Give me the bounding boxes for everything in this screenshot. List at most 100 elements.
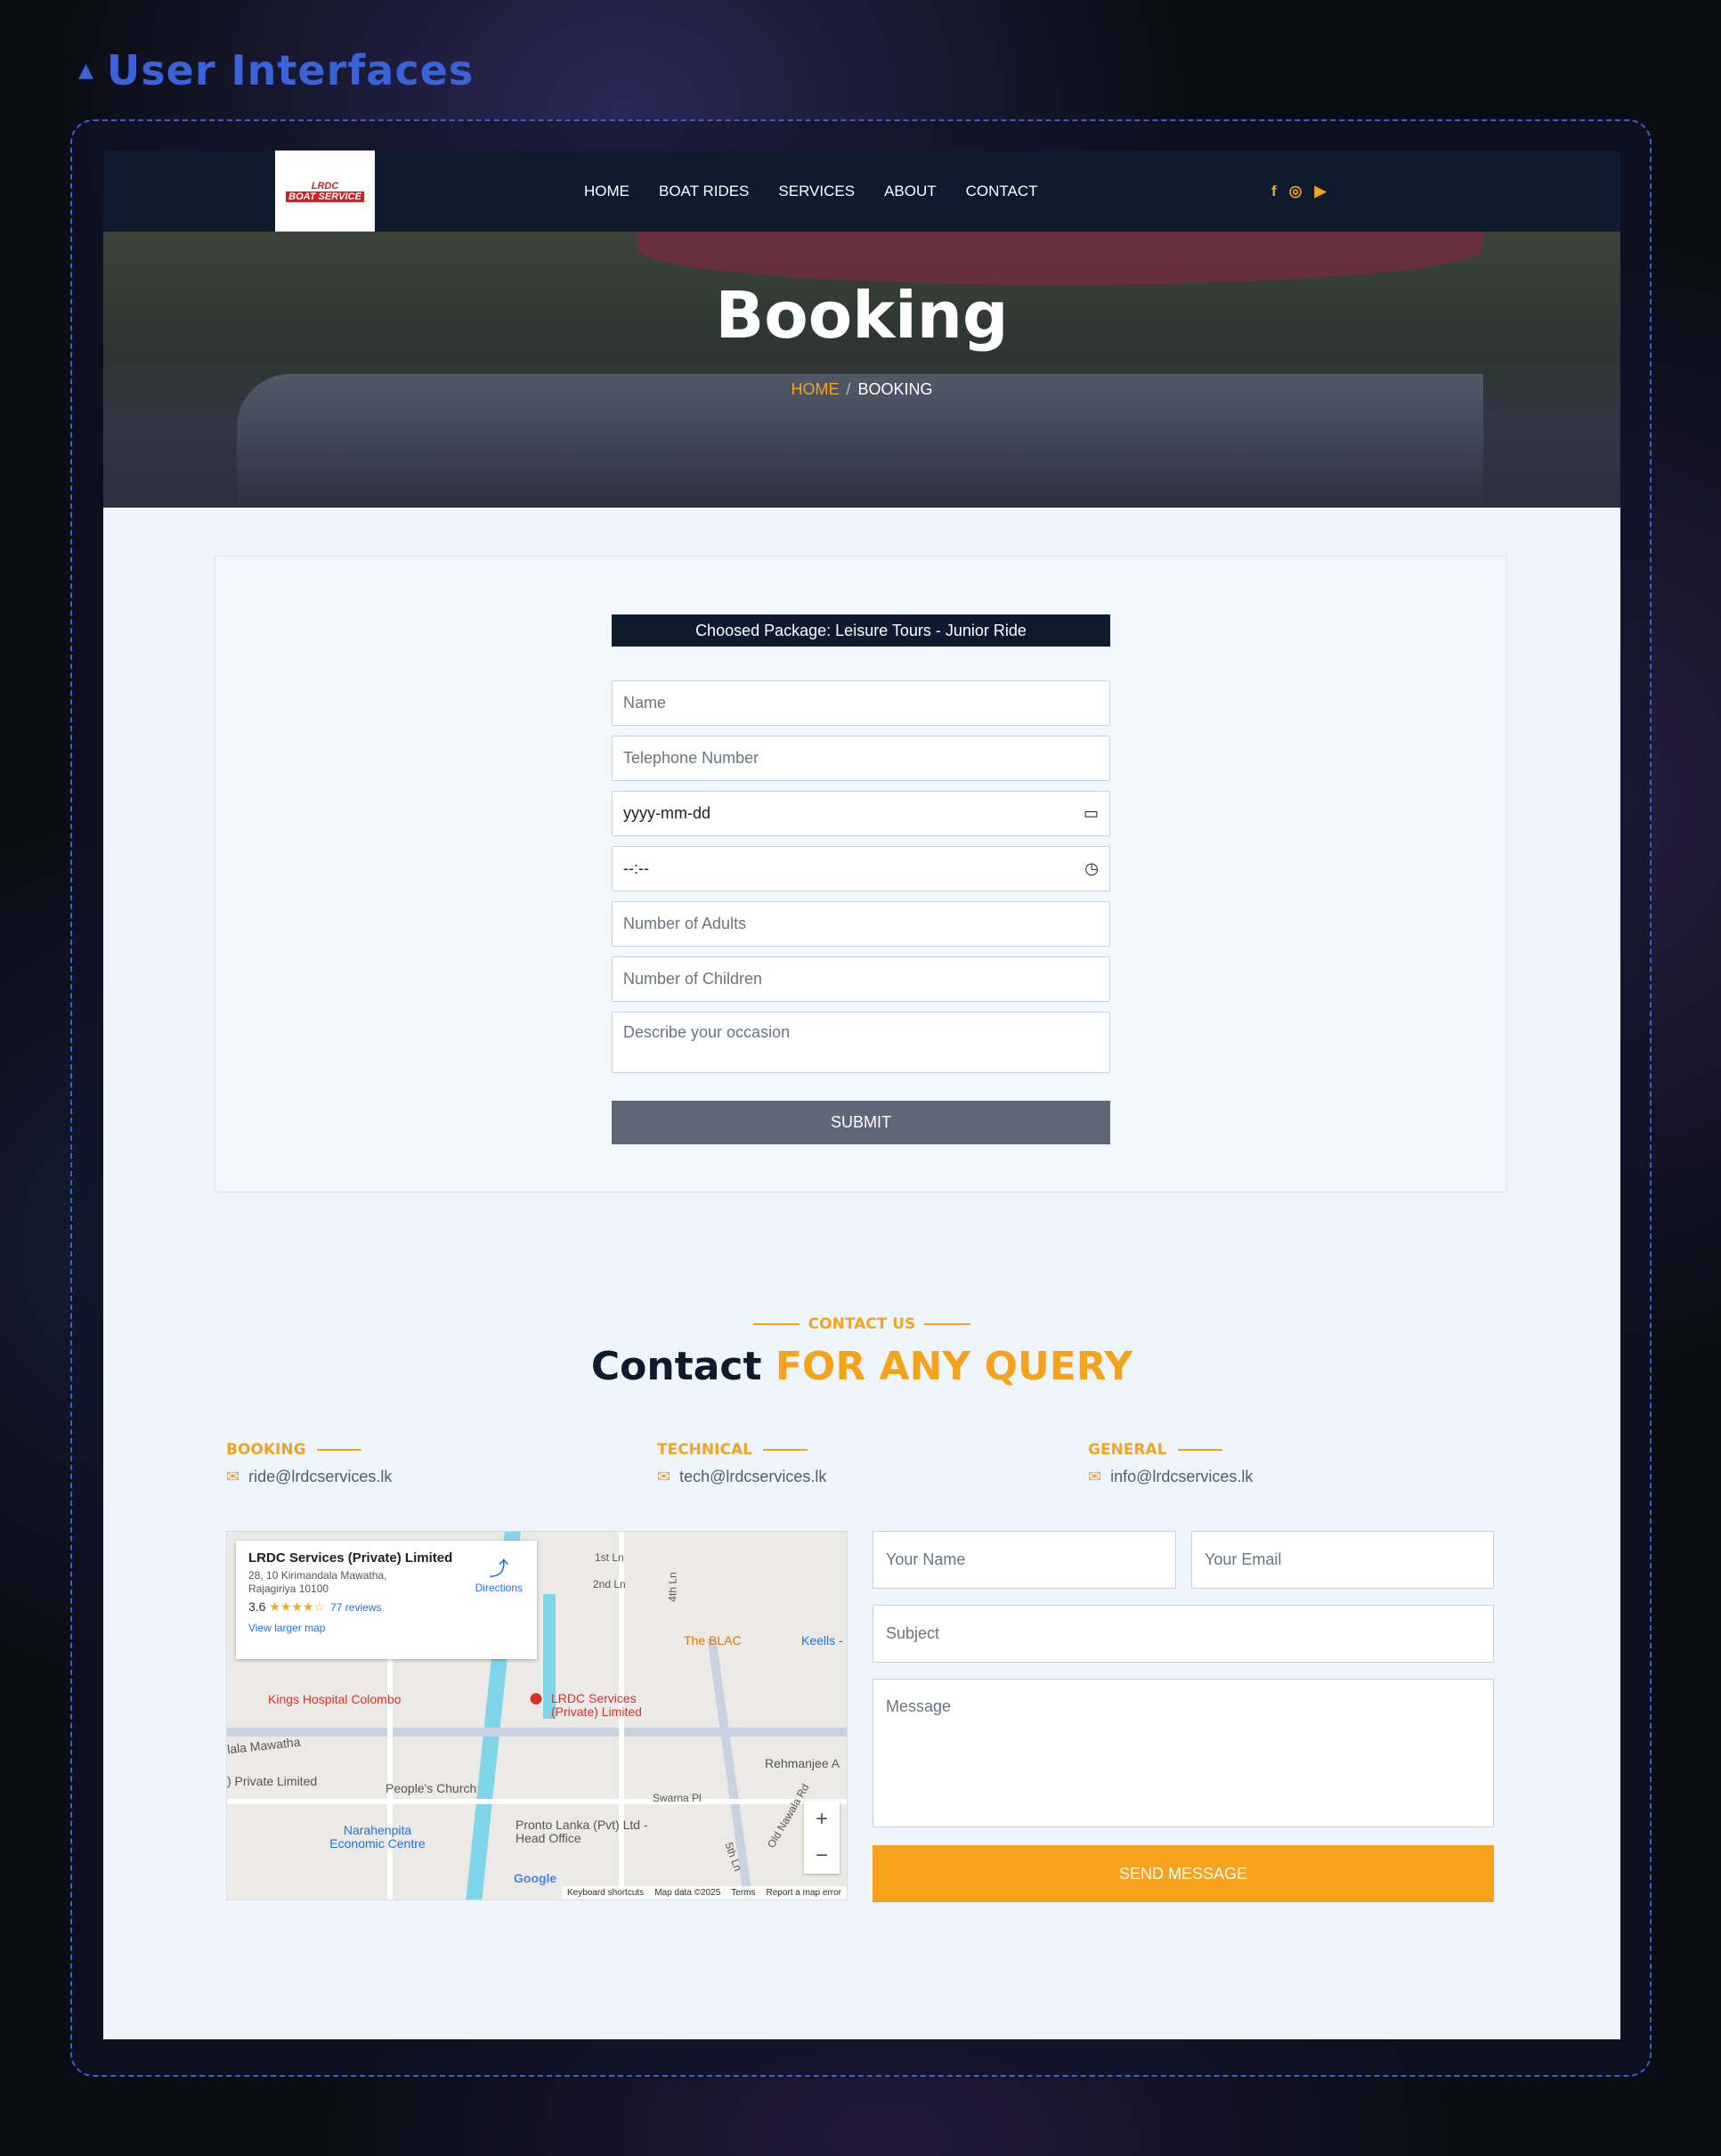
contact-name-field[interactable]: Your Name bbox=[873, 1531, 1176, 1589]
booking-email[interactable]: ride@lrdcservices.lk bbox=[248, 1468, 392, 1486]
contact-subject-field[interactable]: Subject bbox=[873, 1605, 1494, 1663]
logo-line1: LRDC bbox=[311, 180, 339, 191]
breadcrumb-current: BOOKING bbox=[857, 380, 933, 398]
map-label-road: lala Mawatha bbox=[226, 1734, 302, 1757]
contact-email-field[interactable]: Your Email bbox=[1191, 1531, 1494, 1589]
submit-button[interactable]: SUBMIT bbox=[612, 1101, 1110, 1144]
map-label-swarna: Swarna Pl bbox=[653, 1792, 702, 1804]
nav-item-boat-rides[interactable]: BOAT RIDES bbox=[659, 183, 749, 200]
clock-icon[interactable]: ◷ bbox=[1084, 859, 1099, 878]
technical-email[interactable]: tech@lrdcservices.lk bbox=[679, 1468, 826, 1486]
map-main-road bbox=[227, 1728, 847, 1737]
map-rating: 3.6 bbox=[248, 1599, 266, 1614]
website-page: LRDC BOAT SERVICE HOME BOAT RIDES SERVIC… bbox=[103, 151, 1620, 2039]
map-footer: Keyboard shortcuts Map data ©2025 Terms … bbox=[562, 1886, 847, 1900]
contact-column-booking: BOOKING ✉ ride@lrdcservices.lk bbox=[226, 1441, 392, 1486]
logo-line2: BOAT SERVICE bbox=[286, 191, 364, 202]
directions-label: Directions bbox=[475, 1582, 523, 1594]
map-label-church[interactable]: People's Church bbox=[386, 1781, 476, 1795]
page-title: Booking bbox=[715, 278, 1009, 353]
contact-heading-highlight: FOR ANY QUERY bbox=[775, 1344, 1133, 1389]
adults-placeholder: Number of Adults bbox=[623, 915, 747, 932]
booking-label: BOOKING bbox=[226, 1441, 306, 1459]
map-label-hospital[interactable]: Kings Hospital Colombo bbox=[268, 1692, 401, 1706]
map-place-card: LRDC Services (Private) Limited 28, 10 K… bbox=[236, 1541, 537, 1659]
contact-subject-placeholder: Subject bbox=[886, 1624, 940, 1642]
label-line bbox=[1177, 1449, 1222, 1451]
map-label-lane4: 4th Ln bbox=[666, 1572, 679, 1602]
breadcrumb: HOME / BOOKING bbox=[103, 380, 1620, 399]
map-label-keells[interactable]: Keells - bbox=[801, 1633, 843, 1648]
nav-item-home[interactable]: HOME bbox=[584, 183, 629, 200]
social-links: f ◎ ▶ bbox=[1271, 151, 1327, 232]
time-placeholder: --:-- bbox=[623, 859, 649, 877]
envelope-icon: ✉ bbox=[657, 1468, 671, 1485]
map-pin-icon[interactable]: ● bbox=[528, 1683, 544, 1713]
top-navbar: LRDC BOAT SERVICE HOME BOAT RIDES SERVIC… bbox=[103, 151, 1620, 232]
adults-field[interactable]: Number of Adults bbox=[612, 901, 1110, 947]
breadcrumb-home[interactable]: HOME bbox=[791, 380, 839, 398]
contact-column-general: GENERAL ✉ info@lrdcservices.lk bbox=[1088, 1441, 1253, 1486]
name-placeholder: Name bbox=[623, 694, 667, 712]
label-line bbox=[762, 1449, 808, 1451]
zoom-in-icon[interactable]: + bbox=[816, 1807, 828, 1832]
directions-button[interactable]: ⤴ Directions bbox=[475, 1553, 523, 1594]
date-placeholder: yyyy-mm-dd bbox=[623, 804, 710, 822]
calendar-icon[interactable]: ▭ bbox=[1084, 804, 1099, 823]
contact-name-placeholder: Your Name bbox=[886, 1550, 966, 1568]
envelope-icon: ✉ bbox=[1088, 1468, 1102, 1485]
chosen-package-banner: Choosed Package: Leisure Tours - Junior … bbox=[612, 614, 1110, 647]
embedded-map[interactable]: LRDC Services (Private) Limited 28, 10 K… bbox=[226, 1531, 848, 1900]
technical-label: TECHNICAL bbox=[657, 1441, 752, 1459]
map-label-lane2: 2nd Ln bbox=[593, 1578, 626, 1591]
kicker-line-left bbox=[752, 1323, 800, 1325]
name-field[interactable]: Name bbox=[612, 680, 1110, 726]
directions-icon: ⤴ bbox=[489, 1558, 509, 1580]
nav-item-services[interactable]: SERVICES bbox=[778, 183, 855, 200]
hero-banner: Booking HOME / BOOKING bbox=[103, 232, 1620, 508]
send-message-button[interactable]: SEND MESSAGE bbox=[873, 1845, 1494, 1902]
date-field[interactable]: yyyy-mm-dd ▭ bbox=[612, 791, 1110, 836]
map-label-pin[interactable]: LRDC Services (Private) Limited bbox=[551, 1692, 658, 1719]
zoom-out-icon[interactable]: − bbox=[816, 1843, 828, 1868]
contact-message-placeholder: Message bbox=[886, 1697, 952, 1715]
section-title-text: User Interfaces bbox=[106, 46, 475, 94]
contact-heading: Contact FOR ANY QUERY bbox=[103, 1344, 1620, 1389]
site-logo[interactable]: LRDC BOAT SERVICE bbox=[275, 151, 375, 232]
contact-message-textarea[interactable]: Message bbox=[873, 1679, 1494, 1827]
time-field[interactable]: --:-- ◷ bbox=[612, 846, 1110, 891]
general-email[interactable]: info@lrdcservices.lk bbox=[1110, 1468, 1253, 1486]
map-zoom-control: + − bbox=[804, 1801, 840, 1874]
map-label-blac[interactable]: The BLAC bbox=[684, 1633, 742, 1648]
map-footer-terms[interactable]: Terms bbox=[731, 1888, 755, 1898]
children-field[interactable]: Number of Children bbox=[612, 956, 1110, 1002]
map-reviews-link[interactable]: 77 reviews bbox=[330, 1601, 381, 1614]
telephone-field[interactable]: Telephone Number bbox=[612, 736, 1110, 781]
nav-item-about[interactable]: ABOUT bbox=[884, 183, 937, 200]
map-footer-report[interactable]: Report a map error bbox=[767, 1888, 841, 1898]
triangle-icon: ▲ bbox=[78, 59, 94, 82]
view-larger-map-link[interactable]: View larger map bbox=[248, 1622, 524, 1634]
map-footer-shortcuts[interactable]: Keyboard shortcuts bbox=[567, 1888, 644, 1898]
envelope-icon: ✉ bbox=[226, 1468, 240, 1485]
contact-email-placeholder: Your Email bbox=[1205, 1550, 1282, 1568]
facebook-icon[interactable]: f bbox=[1271, 183, 1277, 200]
occasion-placeholder: Describe your occasion bbox=[623, 1023, 791, 1041]
youtube-icon[interactable]: ▶ bbox=[1315, 183, 1327, 200]
map-label-pronto[interactable]: Pronto Lanka (Pvt) Ltd - Head Office bbox=[515, 1818, 649, 1845]
map-footer-data: Map data ©2025 bbox=[654, 1888, 721, 1898]
star-rating-icon: ★★★★☆ bbox=[269, 1599, 326, 1614]
map-label-narahenpita[interactable]: Narahenpita Economic Centre bbox=[320, 1824, 435, 1851]
nav-links: HOME BOAT RIDES SERVICES ABOUT CONTACT bbox=[584, 151, 1038, 232]
google-logo: Google bbox=[514, 1871, 557, 1885]
contact-kicker-text: CONTACT US bbox=[808, 1315, 916, 1333]
map-address: 28, 10 Kirimandala Mawatha, Rajagiriya 1… bbox=[248, 1569, 387, 1595]
map-road bbox=[227, 1799, 847, 1804]
occasion-textarea[interactable]: Describe your occasion bbox=[612, 1012, 1110, 1073]
map-label-lane1: 1st Ln bbox=[595, 1551, 624, 1564]
instagram-icon[interactable]: ◎ bbox=[1289, 183, 1303, 200]
contact-heading-main: Contact bbox=[590, 1344, 762, 1389]
label-line bbox=[316, 1449, 361, 1451]
children-placeholder: Number of Children bbox=[623, 970, 763, 988]
nav-item-contact[interactable]: CONTACT bbox=[966, 183, 1038, 200]
